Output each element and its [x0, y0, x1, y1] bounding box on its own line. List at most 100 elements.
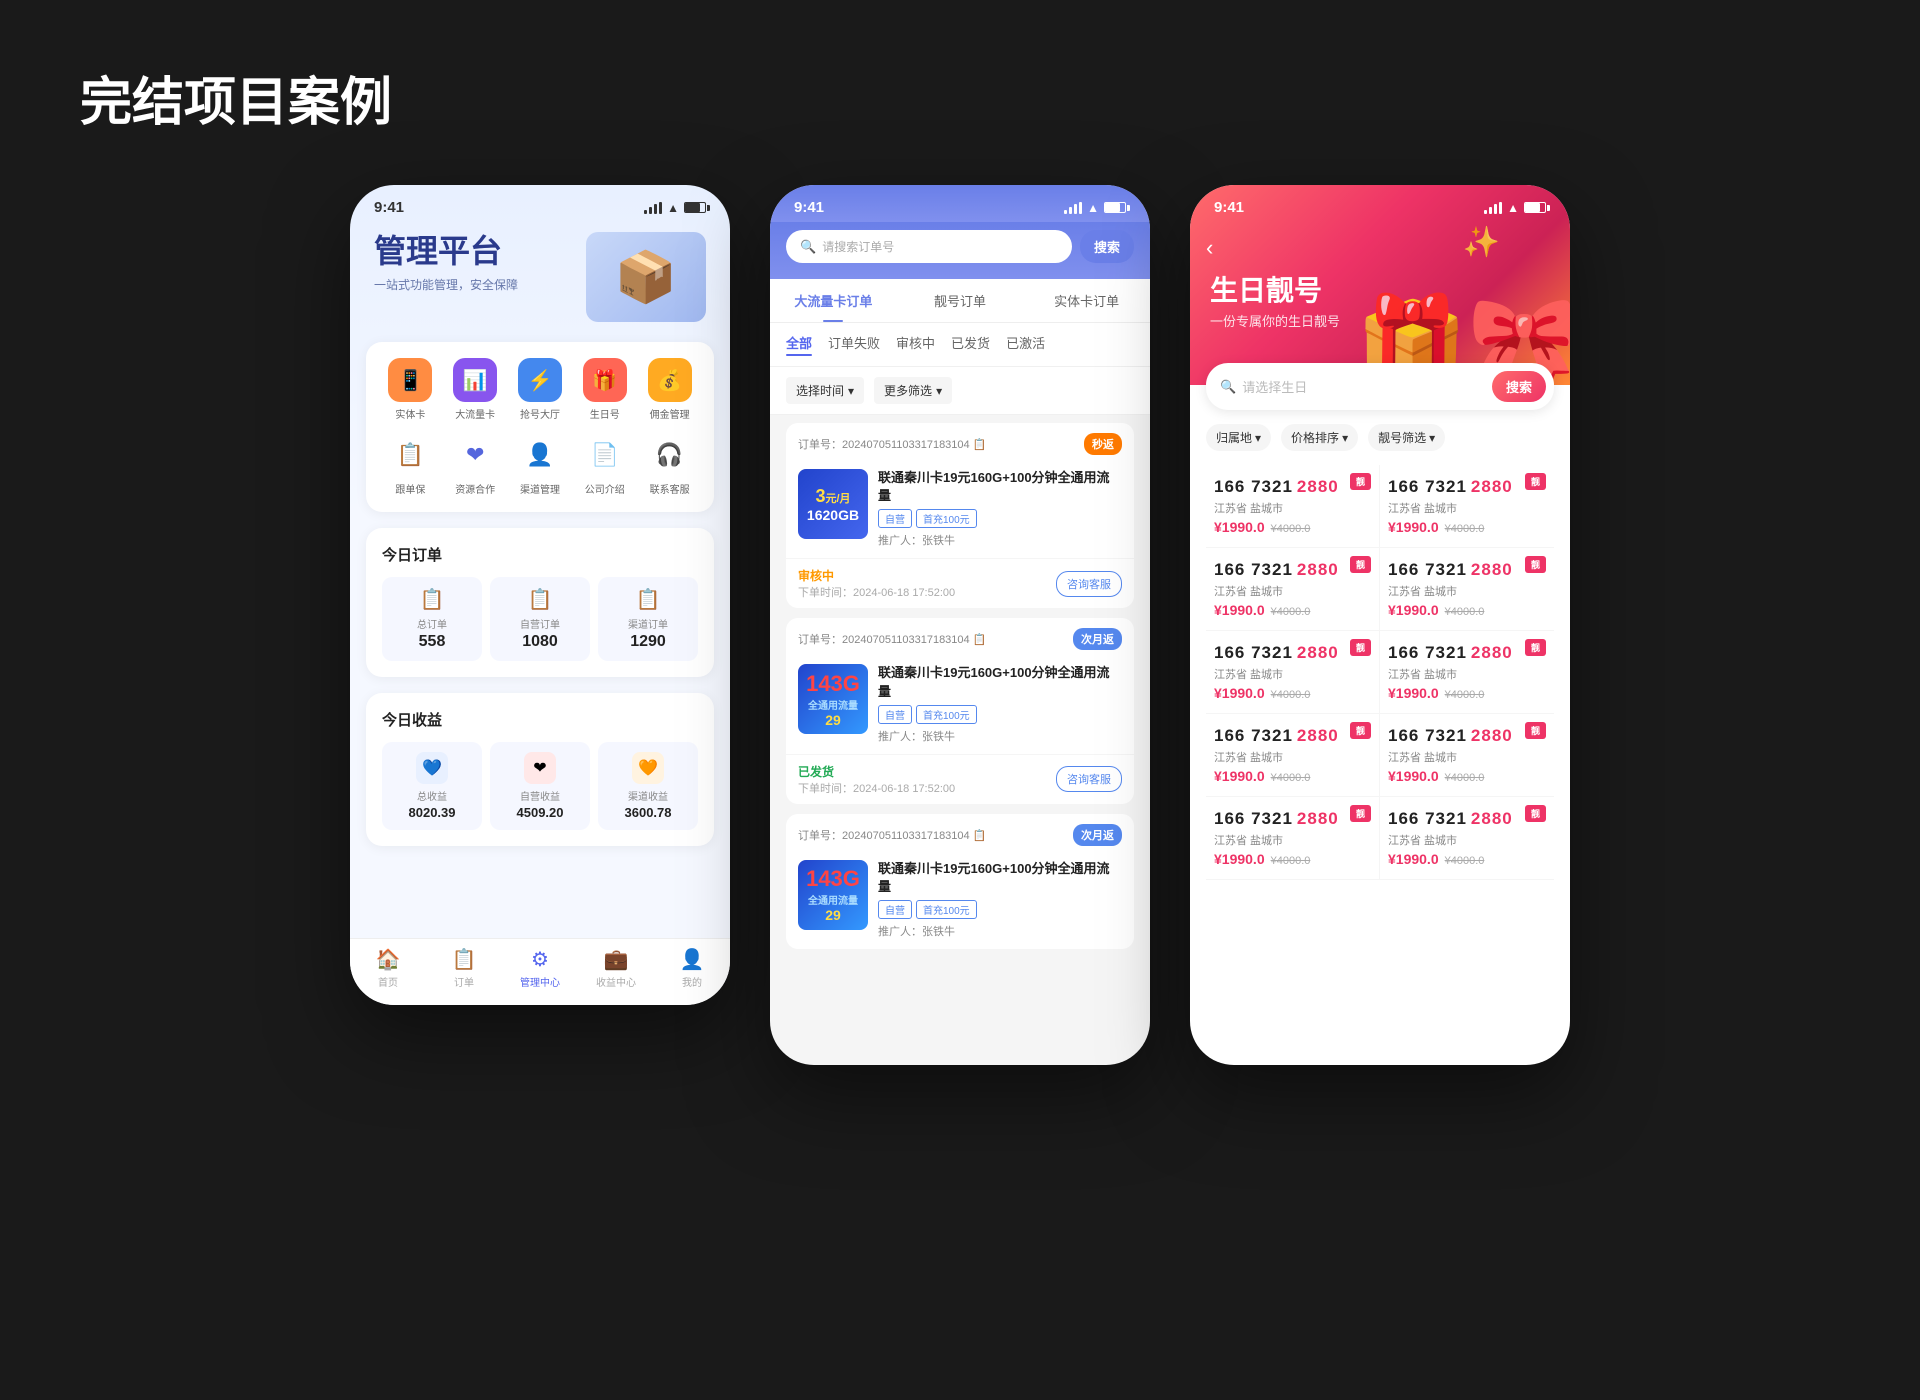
search-button-2[interactable]: 搜索	[1080, 230, 1134, 263]
icon-channel-mgmt[interactable]: 👤 渠道管理	[512, 433, 569, 496]
order-promoter-2: 推广人：张铁牛	[878, 728, 1122, 744]
numbers-grid: 靓 166 7321 2880 江苏省 盐城市 ¥1990.0 ¥4000.0 …	[1190, 465, 1570, 880]
order-header-2: 订单号：202407051103317183104 📋 次月返	[786, 618, 1134, 656]
time-filter[interactable]: 选择时间 ▾	[786, 377, 864, 404]
nice-number-filter[interactable]: 靓号筛选 ▾	[1368, 424, 1445, 451]
phone-number-9: 166 7321 2880	[1214, 809, 1371, 829]
nav-revenue-center[interactable]: 💼 收益中心	[578, 947, 654, 989]
num-location-1: 江苏省 盐城市	[1214, 500, 1371, 516]
contact-btn-2[interactable]: 咨询客服	[1056, 766, 1122, 792]
back-button[interactable]: ‹	[1206, 235, 1213, 261]
order-id-2: 订单号：202407051103317183104 📋	[798, 631, 986, 647]
icon-birthday[interactable]: 🎁 生日号	[576, 358, 633, 421]
bottom-nav-1: 🏠 首页 📋 订单 ⚙ 管理中心 💼 收益中心 👤 我的	[350, 938, 730, 1005]
phone-number-3: 166 7321 2880	[1214, 560, 1371, 580]
channel-revenue-icon: 🧡	[632, 752, 664, 784]
icon-commission[interactable]: 💰 佣金管理	[641, 358, 698, 421]
order-promoter-1: 推广人：张铁牛	[878, 532, 1122, 548]
nav-home[interactable]: 🏠 首页	[350, 947, 426, 989]
tab-nice-number[interactable]: 靓号订单	[897, 279, 1024, 322]
tab-large-flow[interactable]: 大流量卡订单	[770, 279, 897, 322]
more-filter[interactable]: 更多筛选 ▾	[874, 377, 952, 404]
order-id-3: 订单号：202407051103317183104 📋	[798, 827, 986, 843]
number-badge-4: 靓	[1525, 556, 1546, 573]
number-card-3[interactable]: 靓 166 7321 2880 江苏省 盐城市 ¥1990.0 ¥4000.0	[1206, 548, 1380, 631]
filter-row-2: 选择时间 ▾ 更多筛选 ▾	[770, 367, 1150, 415]
subtab-activated[interactable]: 已激活	[1006, 333, 1045, 356]
phone-number-1: 166 7321 2880	[1214, 477, 1371, 497]
icon-customer-service[interactable]: 🎧 联系客服	[641, 433, 698, 496]
signal-icon-2	[1064, 202, 1082, 214]
contact-btn-1[interactable]: 咨询客服	[1056, 571, 1122, 597]
number-badge-2: 靓	[1525, 473, 1546, 490]
price-sort-filter[interactable]: 价格排序 ▾	[1281, 424, 1358, 451]
num-price-1: ¥1990.0 ¥4000.0	[1214, 519, 1371, 535]
icon-follow-order[interactable]: 📋 跟单保	[382, 433, 439, 496]
search-input-wrap[interactable]: 🔍 请搜索订单号	[786, 230, 1072, 263]
time-3: 9:41	[1214, 199, 1244, 216]
order-info-3: 联通秦川卡19元160G+100分钟全通用流量 自营 首充100元 推广人：张铁…	[878, 860, 1122, 939]
order-header-1: 订单号：202407051103317183104 📋 秒返	[786, 423, 1134, 461]
icons-card: 📱 实体卡 📊 大流量卡 ⚡ 抢号大厅 🎁 生日号 💰 佣金管理	[366, 342, 714, 512]
nav-profile[interactable]: 👤 我的	[654, 947, 730, 989]
subtab-shipped[interactable]: 已发货	[951, 333, 990, 356]
birthday-search[interactable]: 🔍 请选择生日 搜索	[1206, 363, 1554, 410]
num-location-4: 江苏省 盐城市	[1388, 583, 1546, 599]
phone1-main-title: 管理平台	[374, 232, 518, 270]
phone1-header: 管理平台 一站式功能管理，安全保障 📦	[350, 222, 730, 342]
order-header-3: 订单号：202407051103317183104 📋 次月返	[786, 814, 1134, 852]
num-price-6: ¥1990.0 ¥4000.0	[1388, 685, 1546, 701]
order-promoter-3: 推广人：张铁牛	[878, 923, 1122, 939]
nav-manage-center[interactable]: ⚙ 管理中心	[502, 947, 578, 989]
search-icon-3: 🔍	[1220, 379, 1236, 395]
icon-entity-card[interactable]: 📱 实体卡	[382, 358, 439, 421]
subtab-reviewing[interactable]: 审核中	[896, 333, 935, 356]
today-orders-title: 今日订单	[382, 544, 698, 565]
order-img-3: 143G 全通用流量 29	[798, 860, 868, 930]
num-price-2: ¥1990.0 ¥4000.0	[1388, 519, 1546, 535]
search-placeholder-2: 请搜索订单号	[822, 238, 894, 255]
signal-icon-3	[1484, 202, 1502, 214]
chevron-down-icon-nice: ▾	[1429, 431, 1435, 445]
number-card-8[interactable]: 靓 166 7321 2880 江苏省 盐城市 ¥1990.0 ¥4000.0	[1380, 714, 1554, 797]
revenue-center-icon: 💼	[604, 947, 629, 972]
orders-icon: 📋	[452, 947, 477, 972]
phone-number-2: 166 7321 2880	[1388, 477, 1546, 497]
number-card-2[interactable]: 靓 166 7321 2880 江苏省 盐城市 ¥1990.0 ¥4000.0	[1380, 465, 1554, 548]
search-button-3[interactable]: 搜索	[1492, 371, 1546, 402]
tab-entity-card[interactable]: 实体卡订单	[1023, 279, 1150, 322]
subtab-all[interactable]: 全部	[786, 333, 812, 356]
time-1: 9:41	[374, 199, 404, 216]
icon-resource-coop[interactable]: ❤ 资源合作	[447, 433, 504, 496]
icon-large-flow[interactable]: 📊 大流量卡	[447, 358, 504, 421]
number-card-4[interactable]: 靓 166 7321 2880 江苏省 盐城市 ¥1990.0 ¥4000.0	[1380, 548, 1554, 631]
sub-tabs-2: 全部 订单失败 审核中 已发货 已激活	[770, 323, 1150, 367]
nav-orders[interactable]: 📋 订单	[426, 947, 502, 989]
phone1-subtitle: 一站式功能管理，安全保障	[374, 276, 518, 293]
phone-number-10: 166 7321 2880	[1388, 809, 1546, 829]
number-card-7[interactable]: 靓 166 7321 2880 江苏省 盐城市 ¥1990.0 ¥4000.0	[1206, 714, 1380, 797]
status-bar-2: 9:41 ▲	[770, 185, 1150, 222]
icon-grab-hall[interactable]: ⚡ 抢号大厅	[512, 358, 569, 421]
phone1-illustration: 📦	[586, 232, 706, 322]
order-badge-2: 次月返	[1073, 628, 1122, 650]
time-2: 9:41	[794, 199, 824, 216]
number-card-10[interactable]: 靓 166 7321 2880 江苏省 盐城市 ¥1990.0 ¥4000.0	[1380, 797, 1554, 880]
phone-number-7: 166 7321 2880	[1214, 726, 1371, 746]
subtab-failed[interactable]: 订单失败	[828, 333, 880, 356]
number-badge-6: 靓	[1525, 639, 1546, 656]
manage-center-icon: ⚙	[531, 947, 549, 972]
order-info-2: 联通秦川卡19元160G+100分钟全通用流量 自营 首充100元 推广人：张铁…	[878, 664, 1122, 743]
number-card-5[interactable]: 靓 166 7321 2880 江苏省 盐城市 ¥1990.0 ¥4000.0	[1206, 631, 1380, 714]
phones-container: 9:41 ▲ 管理平台 一站式功能管理，安全保障 📦	[80, 185, 1840, 1065]
icon-company-intro[interactable]: 📄 公司介绍	[576, 433, 633, 496]
number-card-9[interactable]: 靓 166 7321 2880 江苏省 盐城市 ¥1990.0 ¥4000.0	[1206, 797, 1380, 880]
order-card-2: 订单号：202407051103317183104 📋 次月返 143G 全通用…	[786, 618, 1134, 803]
location-filter[interactable]: 归属地 ▾	[1206, 424, 1271, 451]
main-tabs-2: 大流量卡订单 靓号订单 实体卡订单	[770, 279, 1150, 323]
status-icons-3: ▲	[1484, 201, 1546, 215]
number-card-1[interactable]: 靓 166 7321 2880 江苏省 盐城市 ¥1990.0 ¥4000.0	[1206, 465, 1380, 548]
chevron-down-icon-price: ▾	[1342, 431, 1348, 445]
num-price-10: ¥1990.0 ¥4000.0	[1388, 851, 1546, 867]
number-card-6[interactable]: 靓 166 7321 2880 江苏省 盐城市 ¥1990.0 ¥4000.0	[1380, 631, 1554, 714]
